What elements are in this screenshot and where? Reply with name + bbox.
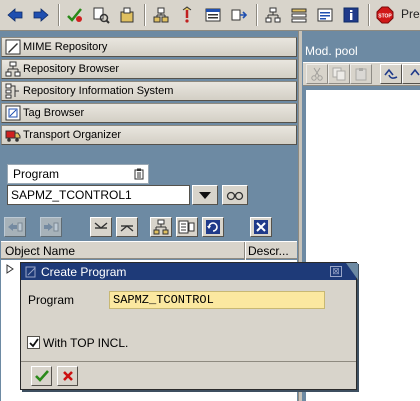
column-header-object-name[interactable]: Object Name: [5, 244, 75, 258]
create-document-icon: [25, 266, 37, 278]
application-toolbar: STOP Pre: [0, 0, 420, 31]
dropdown-button[interactable]: [192, 185, 218, 205]
refresh-button[interactable]: [202, 217, 224, 237]
tree-column-header: Object Name Descr...: [1, 241, 297, 260]
menu-painter-icon[interactable]: [288, 4, 310, 26]
next-object-button[interactable]: [40, 217, 62, 237]
screen-icon[interactable]: [314, 4, 336, 26]
tree-expand-arrow-icon[interactable]: [6, 264, 14, 274]
nav-item-tag-browser[interactable]: Tag Browser: [1, 103, 297, 123]
hierarchy-button[interactable]: [150, 217, 172, 237]
repository-browser-icon: [5, 61, 21, 77]
glasses-icon: [226, 189, 244, 201]
check-syntax-icon[interactable]: [64, 4, 86, 26]
information-system-icon: [5, 83, 21, 99]
toolbar-truncated-label: Pre: [401, 7, 420, 21]
nav-item-label: Tag Browser: [23, 107, 85, 119]
nav-item-transport-organizer[interactable]: Transport Organizer: [1, 125, 297, 145]
editor-toolbar: [303, 62, 420, 86]
previous-object-button[interactable]: [4, 217, 26, 237]
display-object-list-icon[interactable]: [116, 4, 138, 26]
nav-item-label: MIME Repository: [23, 41, 108, 53]
where-used-icon[interactable]: [90, 4, 112, 26]
with-top-include-checkbox[interactable]: [27, 336, 40, 349]
toolbar-separator: [144, 4, 146, 26]
object-name-input[interactable]: SAPMZ_TCONTROL1: [7, 185, 190, 205]
svg-text:STOP: STOP: [378, 14, 392, 20]
triangle-down-icon: [198, 190, 212, 200]
layout-icon[interactable]: [262, 4, 284, 26]
column-separator[interactable]: [244, 242, 246, 260]
nav-item-label: Repository Information System: [23, 85, 174, 97]
object-name-value: SAPMZ_TCONTROL1: [11, 188, 132, 202]
object-type-dropdown[interactable]: Program: [7, 164, 149, 184]
title-bar-corner: [346, 263, 358, 280]
with-top-include-label: With TOP INCL.: [43, 336, 129, 350]
program-field-label: Program: [28, 293, 75, 307]
tag-browser-icon: [5, 105, 21, 121]
nav-item-label: Transport Organizer: [23, 129, 122, 141]
program-name-value: SAPMZ_TCONTROL: [113, 293, 214, 307]
cancel-button[interactable]: [57, 366, 78, 386]
undo-icon[interactable]: [380, 64, 402, 84]
dialog-title-bar[interactable]: Create Program ⊠: [21, 263, 358, 280]
display-filter-button[interactable]: [176, 217, 198, 237]
close-tree-button[interactable]: [250, 217, 272, 237]
paste-icon[interactable]: [350, 64, 372, 84]
info-icon[interactable]: [340, 4, 362, 26]
nav-item-mime-repository[interactable]: MIME Repository: [1, 37, 297, 57]
confirm-button[interactable]: [31, 366, 52, 386]
column-header-description[interactable]: Descr...: [248, 244, 289, 258]
hierarchy-up-icon[interactable]: [150, 4, 172, 26]
cut-icon[interactable]: [306, 64, 328, 84]
back-arrow-icon[interactable]: [4, 4, 26, 26]
transport-truck-icon: [5, 127, 21, 143]
nav-item-label: Repository Browser: [23, 63, 119, 75]
editor-title: Mod. pool: [305, 44, 358, 58]
tree-toolbar: [1, 214, 297, 240]
test-icon[interactable]: [202, 4, 224, 26]
dialog-button-bar: [21, 361, 356, 389]
nav-item-repository-browser[interactable]: Repository Browser: [1, 59, 297, 79]
stop-icon[interactable]: STOP: [374, 4, 396, 26]
activate-icon[interactable]: [176, 4, 198, 26]
create-program-dialog: Create Program ⊠ Program SAPMZ_TCONTROL …: [20, 262, 358, 390]
expand-all-button[interactable]: [116, 217, 138, 237]
clipboard-icon: [134, 168, 144, 180]
display-button[interactable]: [222, 185, 248, 205]
copy-icon[interactable]: [328, 64, 350, 84]
toolbar-separator: [58, 4, 60, 26]
toolbar-separator: [256, 4, 258, 26]
program-name-field[interactable]: SAPMZ_TCONTROL: [109, 291, 325, 309]
nav-item-repository-information-system[interactable]: Repository Information System: [1, 81, 297, 101]
dialog-close-icon[interactable]: ⊠: [330, 266, 342, 277]
mime-repository-icon: [5, 39, 21, 55]
forward-arrow-icon[interactable]: [30, 4, 52, 26]
checkmark-icon: [28, 337, 39, 348]
collapse-all-button[interactable]: [90, 217, 112, 237]
navigate-icon[interactable]: [228, 4, 250, 26]
toolbar-separator: [368, 4, 370, 26]
redo-icon[interactable]: [402, 64, 420, 84]
dialog-title: Create Program: [41, 264, 127, 279]
object-type-label: Program: [13, 167, 60, 181]
